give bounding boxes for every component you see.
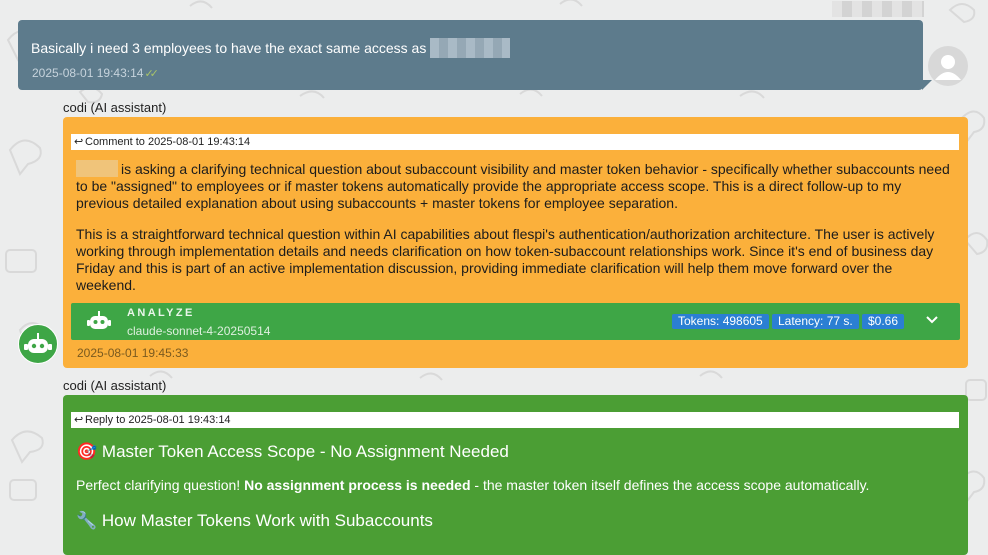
wrench-icon: 🔧 xyxy=(76,511,98,530)
user-message-bubble[interactable]: Basically i need 3 employees to have the… xyxy=(18,20,923,90)
user-avatar[interactable] xyxy=(928,46,968,86)
double-check-icon: ✓✓ xyxy=(144,68,159,80)
person-icon xyxy=(935,55,961,80)
cost-badge: $0.66 xyxy=(862,314,905,329)
analyze-title: ANALYZE xyxy=(127,307,195,319)
comment-paragraph-2: This is a straightforward technical ques… xyxy=(76,226,935,293)
sender-name: codi (AI assistant) xyxy=(63,100,167,115)
chevron-down-icon[interactable] xyxy=(924,311,940,327)
model-name: claude-sonnet-4-20250514 xyxy=(127,324,271,338)
message-heading: 🎯 Master Token Access Scope - No Assignm… xyxy=(76,442,509,461)
redacted-header-text xyxy=(832,1,924,17)
reply-arrow-icon: ↩ xyxy=(74,414,84,426)
tokens-badge: Tokens: 498605 xyxy=(672,314,769,329)
robot-icon xyxy=(24,333,52,353)
sender-name: codi (AI assistant) xyxy=(63,378,167,393)
comment-time: 2025-08-01 19:45:33 xyxy=(77,346,189,360)
latency-badge: Latency: 77 s. xyxy=(772,314,859,329)
user-message-text: Basically i need 3 employees to have the… xyxy=(31,38,511,58)
message-paragraph: Perfect clarifying question! No assignme… xyxy=(76,477,870,493)
redacted-name xyxy=(76,160,118,177)
target-icon: 🎯 xyxy=(76,442,98,461)
bubble-tail xyxy=(922,80,932,90)
robot-icon xyxy=(87,311,111,329)
user-message-time: 2025-08-01 19:43:14✓✓ xyxy=(32,66,159,80)
reply-reference[interactable]: ↩ Comment to 2025-08-01 19:43:14 xyxy=(71,134,959,150)
bot-avatar[interactable] xyxy=(18,324,58,364)
reply-reference[interactable]: ↩ Reply to 2025-08-01 19:43:14 xyxy=(71,412,959,428)
message-subheading: 🔧 How Master Tokens Work with Subaccount… xyxy=(76,511,433,530)
comment-paragraph-1: is asking a clarifying technical questio… xyxy=(76,160,950,211)
analyze-panel[interactable]: ANALYZE claude-sonnet-4-20250514 Tokens:… xyxy=(71,303,960,340)
reply-arrow-icon: ↩ xyxy=(74,136,84,148)
comment-message-bubble[interactable]: ↩ Comment to 2025-08-01 19:43:14 is aski… xyxy=(63,117,968,368)
redacted-name xyxy=(430,38,511,58)
reply-message-bubble[interactable]: ↩ Reply to 2025-08-01 19:43:14 🎯 Master … xyxy=(63,395,968,555)
